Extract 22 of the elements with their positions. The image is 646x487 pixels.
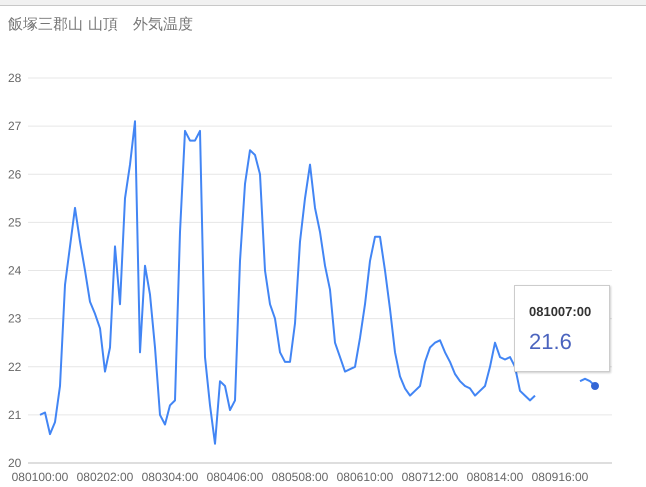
axis-label: 20 [8, 456, 22, 470]
axis-label: 080712:00 [402, 470, 458, 484]
axis-label: 080304:00 [142, 470, 198, 484]
axis-label: 23 [8, 312, 22, 326]
axis-label: 24 [8, 264, 22, 278]
hover-point [591, 382, 599, 390]
chart-title: 飯塚三郡山 山頂 外気温度 [7, 14, 194, 35]
axis-label: 27 [8, 119, 22, 134]
axis-label: 080916:00 [532, 470, 588, 484]
axis-label: 26 [8, 167, 22, 182]
axis-label: 25 [8, 215, 22, 230]
axis-label: 080610:00 [336, 470, 394, 484]
axis-label: 28 [8, 71, 22, 85]
axis-label: 080202:00 [76, 470, 134, 484]
axis-label: 21 [8, 408, 22, 422]
axis-label: 080100:00 [12, 470, 68, 484]
axis-label: 080406:00 [206, 470, 264, 484]
tooltip-title: 081007:00 [529, 304, 592, 319]
axis-label: 080814:00 [466, 470, 524, 484]
axis-label: 080508:00 [272, 470, 328, 484]
tooltip-value: 21.6 [529, 329, 573, 355]
axis-label: 22 [8, 360, 22, 374]
